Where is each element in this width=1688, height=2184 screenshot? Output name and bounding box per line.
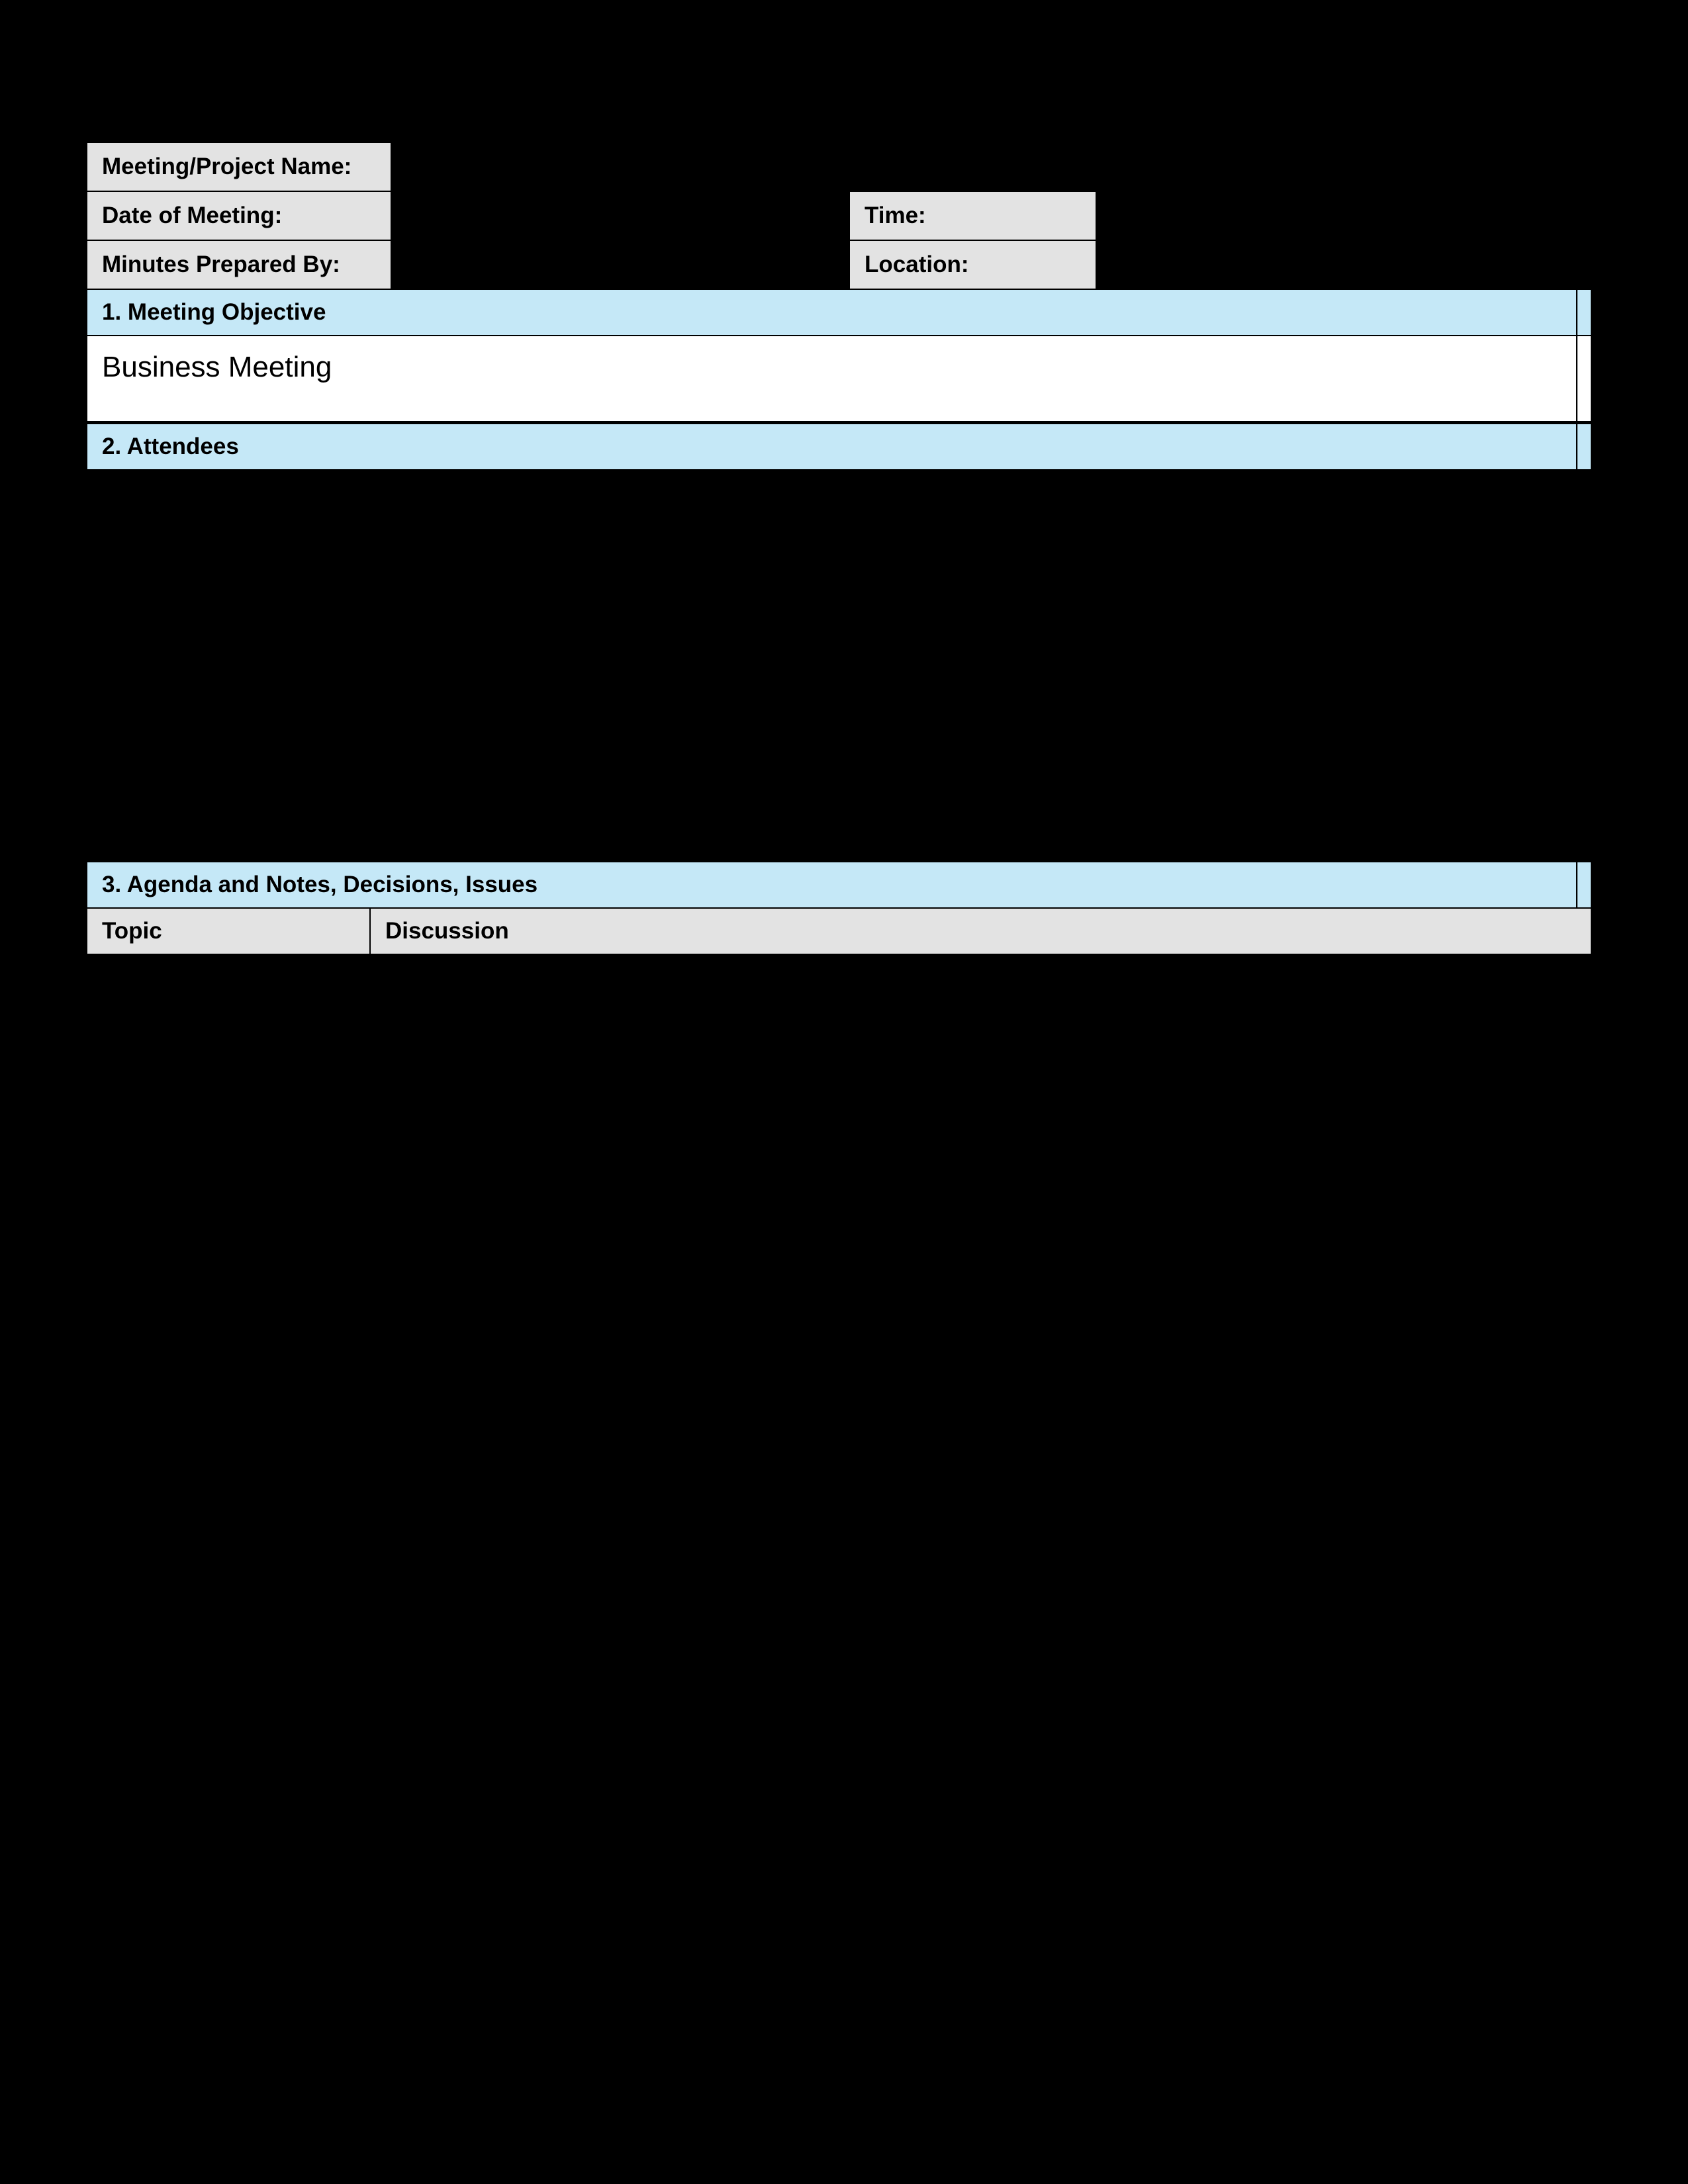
section-title-objective: 1. Meeting Objective	[86, 289, 1577, 336]
label-time: Time:	[849, 191, 1097, 241]
section-title-agenda: 3. Agenda and Notes, Decisions, Issues	[86, 861, 1577, 909]
column-header-discussion: Discussion	[371, 909, 1592, 955]
column-header-topic: Topic	[86, 909, 371, 955]
content-edge	[1577, 336, 1592, 422]
section-header-attendees: 2. Attendees	[86, 423, 1592, 471]
spacer	[392, 240, 849, 290]
spacer	[392, 191, 849, 241]
meeting-minutes-form: Meeting/Project Name: Date of Meeting: T…	[86, 142, 1602, 955]
row-date-time: Date of Meeting: Time:	[86, 191, 1602, 241]
row-minutes-location: Minutes Prepared By: Location:	[86, 240, 1602, 290]
section-edge	[1577, 861, 1592, 909]
section-header-objective: 1. Meeting Objective	[86, 289, 1592, 336]
label-date-of-meeting: Date of Meeting:	[86, 191, 392, 241]
agenda-columns-row: Topic Discussion	[86, 909, 1592, 955]
label-meeting-project-name: Meeting/Project Name:	[86, 142, 392, 192]
row-meeting-name: Meeting/Project Name:	[86, 142, 1602, 192]
label-minutes-prepared-by: Minutes Prepared By:	[86, 240, 392, 290]
section-edge	[1577, 289, 1592, 336]
section-title-attendees: 2. Attendees	[86, 423, 1577, 471]
label-location: Location:	[849, 240, 1097, 290]
objective-content-row: Business Meeting	[86, 336, 1592, 422]
objective-content: Business Meeting	[86, 336, 1577, 422]
section-header-agenda: 3. Agenda and Notes, Decisions, Issues	[86, 861, 1592, 909]
section-edge	[1577, 423, 1592, 471]
